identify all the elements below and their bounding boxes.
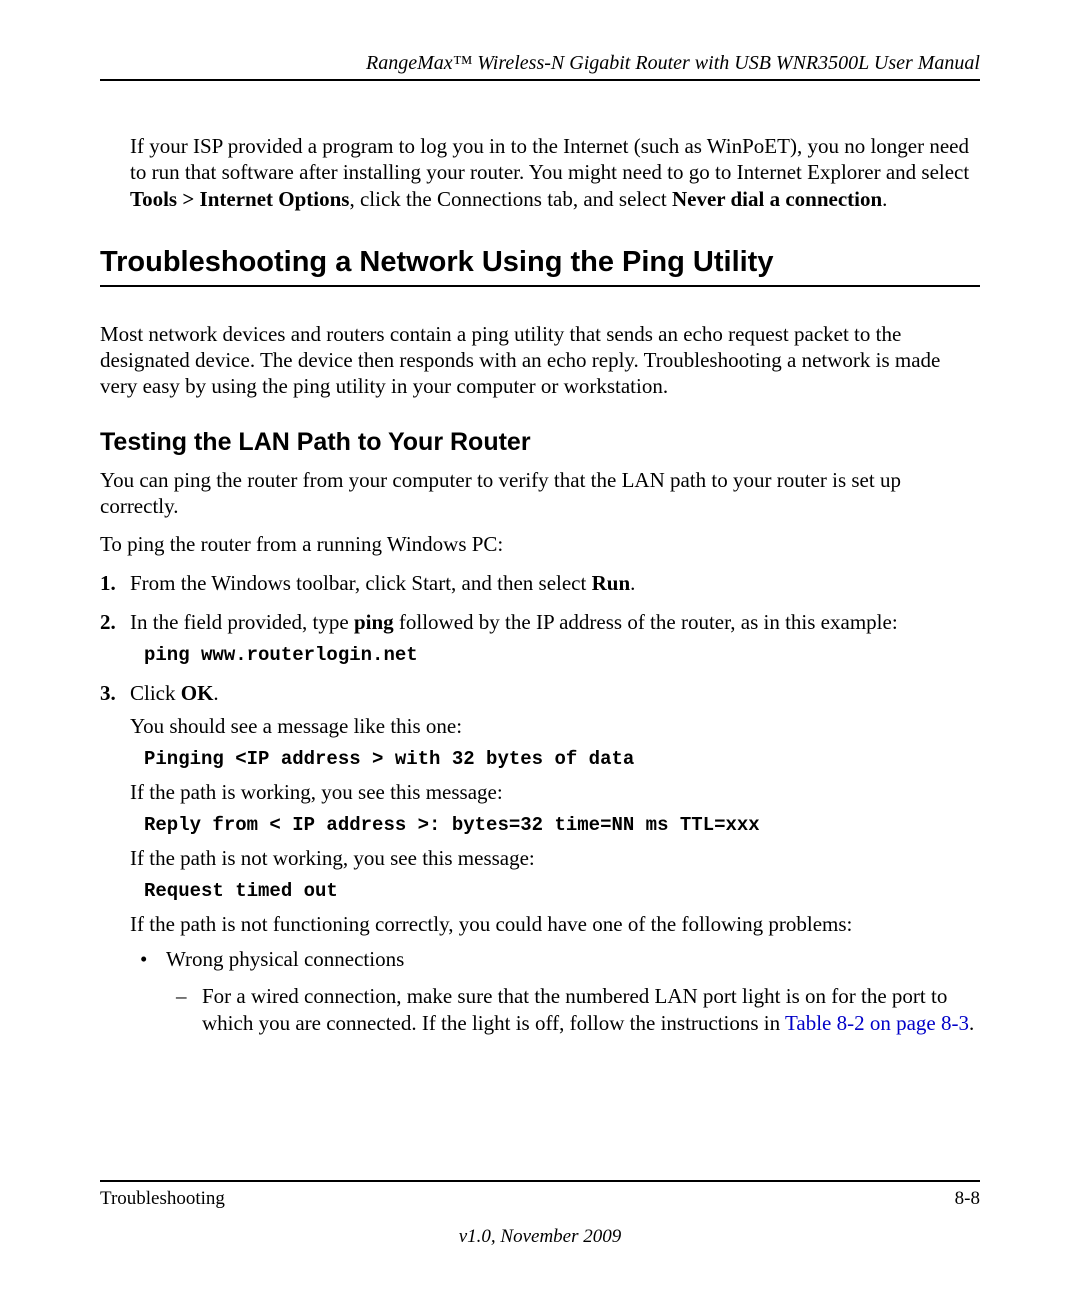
section-intro-paragraph: Most network devices and routers contain… xyxy=(100,321,980,400)
footer-page-number: 8-8 xyxy=(955,1188,980,1210)
step-number: 2. xyxy=(100,608,116,636)
text: . xyxy=(969,1011,974,1035)
text: In the field provided, type xyxy=(130,610,354,634)
section-heading: Troubleshooting a Network Using the Ping… xyxy=(100,246,980,287)
running-header: RangeMax™ Wireless-N Gigabit Router with… xyxy=(100,52,980,81)
text: . xyxy=(882,187,887,211)
text: , click the Connections tab, and select xyxy=(349,187,672,211)
footer-section-name: Troubleshooting xyxy=(100,1188,225,1210)
page-footer: Troubleshooting 8-8 xyxy=(100,1180,980,1210)
steps-list: 1. From the Windows toolbar, click Start… xyxy=(100,569,980,1037)
footer-version: v1.0, November 2009 xyxy=(0,1226,1080,1248)
step-item: 3. Click OK. You should see a message li… xyxy=(100,679,980,1038)
text: followed by the IP address of the router… xyxy=(394,610,898,634)
step-number: 3. xyxy=(100,679,116,707)
text: . xyxy=(630,571,635,595)
code-line: Reply from < IP address >: bytes=32 time… xyxy=(144,812,980,839)
bullet-list: Wrong physical connections For a wired c… xyxy=(130,946,980,1038)
step-item: 1. From the Windows toolbar, click Start… xyxy=(100,569,980,597)
step-item: 2. In the field provided, type ping foll… xyxy=(100,608,980,669)
body-paragraph: To ping the router from a running Window… xyxy=(100,531,980,557)
body-paragraph: You can ping the router from your comput… xyxy=(100,467,980,520)
text: Click xyxy=(130,681,181,705)
bold-text: ping xyxy=(354,610,394,634)
sub-paragraph: If the path is not functioning correctly… xyxy=(130,911,980,938)
bullet-item: Wrong physical connections For a wired c… xyxy=(130,946,980,1038)
text: If your ISP provided a program to log yo… xyxy=(130,134,969,184)
bold-text: Never dial a connection xyxy=(672,187,882,211)
intro-paragraph: If your ISP provided a program to log yo… xyxy=(130,133,980,212)
text: Wrong physical connections xyxy=(166,947,404,971)
bold-text: Run xyxy=(592,571,631,595)
dash-list: For a wired connection, make sure that t… xyxy=(166,983,980,1038)
text: . xyxy=(213,681,218,705)
sub-paragraph: If the path is working, you see this mes… xyxy=(130,779,980,806)
sub-paragraph: If the path is not working, you see this… xyxy=(130,845,980,872)
code-line: Pinging <IP address > with 32 bytes of d… xyxy=(144,746,980,773)
sub-paragraph: You should see a message like this one: xyxy=(130,713,980,740)
manual-page: RangeMax™ Wireless-N Gigabit Router with… xyxy=(0,0,1080,1296)
bold-text: OK xyxy=(181,681,214,705)
code-line: Request timed out xyxy=(144,878,980,905)
text: From the Windows toolbar, click Start, a… xyxy=(130,571,592,595)
step-number: 1. xyxy=(100,569,116,597)
bold-text: Tools > Internet Options xyxy=(130,187,349,211)
dash-item: For a wired connection, make sure that t… xyxy=(166,983,980,1038)
footer-row: Troubleshooting 8-8 xyxy=(100,1188,980,1210)
cross-reference-link[interactable]: Table 8-2 on page 8-3 xyxy=(785,1011,969,1035)
subsection-heading: Testing the LAN Path to Your Router xyxy=(100,428,980,457)
code-line: ping www.routerlogin.net xyxy=(144,642,980,669)
